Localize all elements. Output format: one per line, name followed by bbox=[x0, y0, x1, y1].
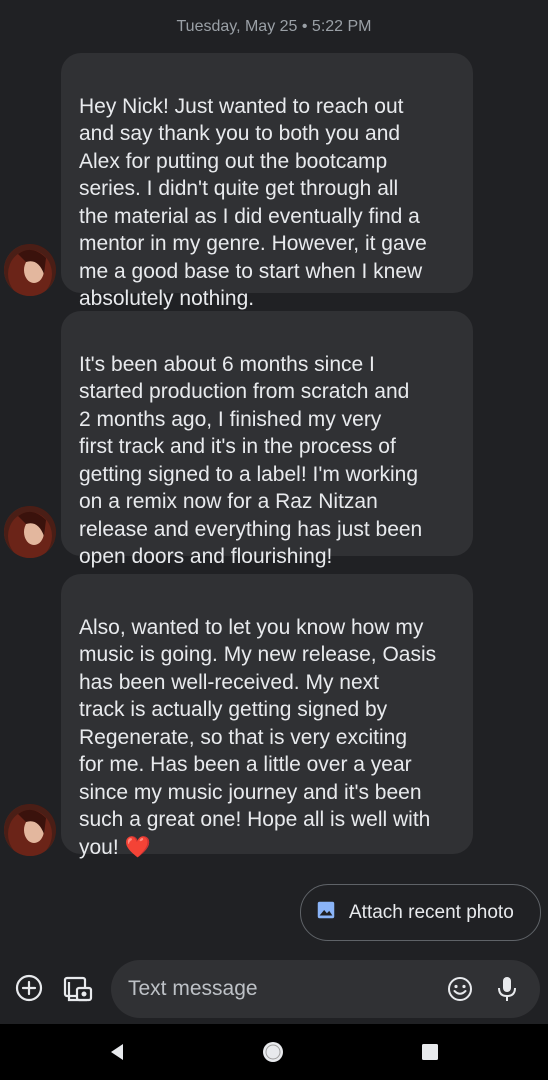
message-bubble[interactable]: Also, wanted to let you know how my musi… bbox=[61, 574, 473, 859]
contact-avatar[interactable] bbox=[4, 804, 56, 856]
gallery-icon[interactable] bbox=[59, 970, 95, 1006]
message-bubble[interactable]: Hey Nick! Just wanted to reach out and s… bbox=[61, 53, 473, 310]
system-navigation-bar bbox=[0, 1024, 548, 1080]
contact-avatar[interactable] bbox=[4, 506, 56, 558]
attach-recent-photo-button[interactable]: Attach recent photo bbox=[300, 884, 541, 941]
recents-icon[interactable] bbox=[418, 1040, 442, 1064]
image-icon bbox=[315, 899, 337, 926]
timestamp: Tuesday, May 25 • 5:22 PM bbox=[176, 18, 372, 35]
message-text: Hey Nick! Just wanted to reach out and s… bbox=[79, 94, 427, 311]
attach-recent-photo-label: Attach recent photo bbox=[349, 901, 514, 923]
message-input-placeholder: Text message bbox=[128, 977, 258, 1000]
message-text: Also, wanted to let you know how my musi… bbox=[79, 615, 437, 859]
back-icon[interactable] bbox=[105, 1040, 129, 1064]
contact-avatar[interactable] bbox=[4, 244, 56, 296]
message-bubble[interactable]: It's been about 6 months since I started… bbox=[61, 311, 473, 568]
add-icon[interactable] bbox=[11, 970, 47, 1006]
message-input[interactable]: Text message bbox=[111, 960, 540, 1018]
heart-emoji: ❤️ bbox=[124, 835, 151, 859]
home-icon[interactable] bbox=[261, 1040, 285, 1064]
message-text: It's been about 6 months since I started… bbox=[79, 352, 423, 569]
mic-icon[interactable] bbox=[489, 971, 525, 1007]
compose-bar: Text message bbox=[0, 958, 548, 1022]
emoji-icon[interactable] bbox=[442, 971, 478, 1007]
